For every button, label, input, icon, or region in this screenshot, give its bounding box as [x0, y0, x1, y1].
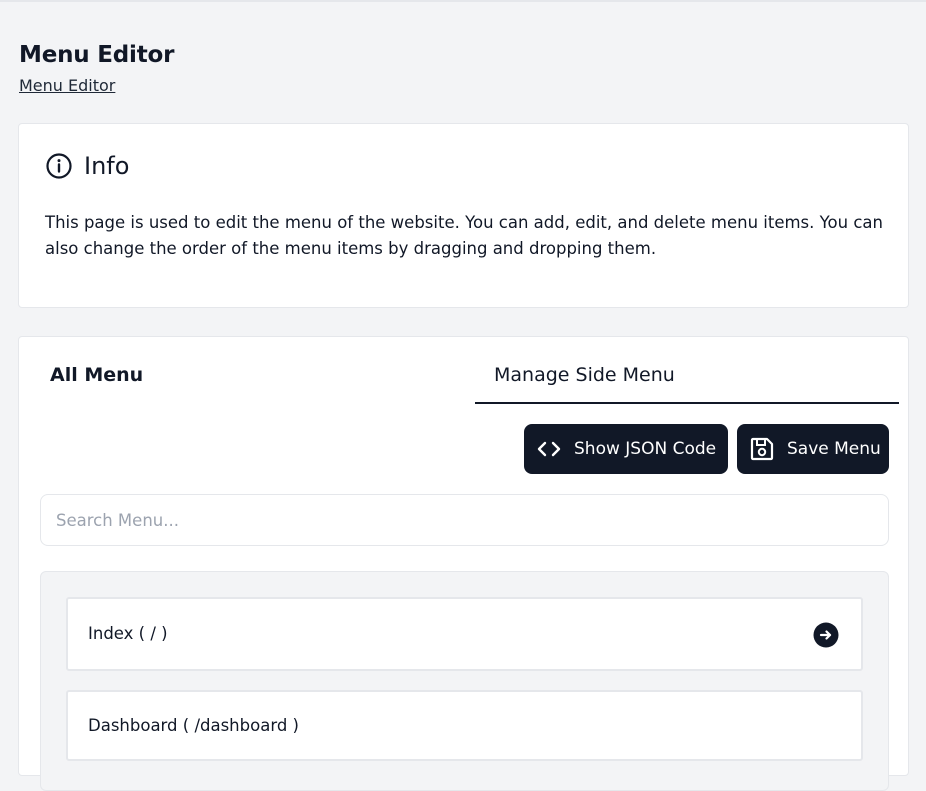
info-card: Info This page is used to edit the menu …: [18, 123, 909, 308]
search-menu-input[interactable]: [40, 494, 889, 546]
show-json-code-button[interactable]: Show JSON Code: [524, 424, 728, 474]
floppy-disk-icon: [749, 436, 775, 462]
info-circle-icon: [45, 152, 73, 180]
breadcrumb-link[interactable]: Menu Editor: [19, 76, 115, 95]
info-title: Info: [84, 152, 130, 180]
top-border: [0, 0, 926, 2]
info-header: Info: [45, 152, 129, 180]
save-menu-button[interactable]: Save Menu: [737, 424, 889, 474]
active-tab-indicator: [475, 402, 899, 404]
menu-items-list: Index ( / ) Dashboard ( /dashboard ): [40, 571, 889, 791]
menu-item-dashboard[interactable]: Dashboard ( /dashboard ): [66, 690, 863, 761]
code-icon: [536, 436, 562, 462]
show-json-code-label: Show JSON Code: [574, 439, 717, 459]
tab-all-menu[interactable]: All Menu: [50, 364, 143, 386]
arrow-right-circle-icon[interactable]: [813, 622, 839, 648]
tab-manage-side-menu[interactable]: Manage Side Menu: [494, 364, 675, 386]
page-title: Menu Editor: [19, 42, 175, 68]
info-description: This page is used to edit the menu of th…: [45, 213, 883, 258]
menu-editor-panel: All Menu Manage Side Menu Show JSON Code…: [18, 336, 909, 791]
menu-item-label: Index ( / ): [88, 624, 168, 643]
menu-item-label: Dashboard ( /dashboard ): [88, 716, 299, 735]
save-menu-label: Save Menu: [787, 439, 881, 459]
menu-item-index[interactable]: Index ( / ): [66, 597, 863, 671]
